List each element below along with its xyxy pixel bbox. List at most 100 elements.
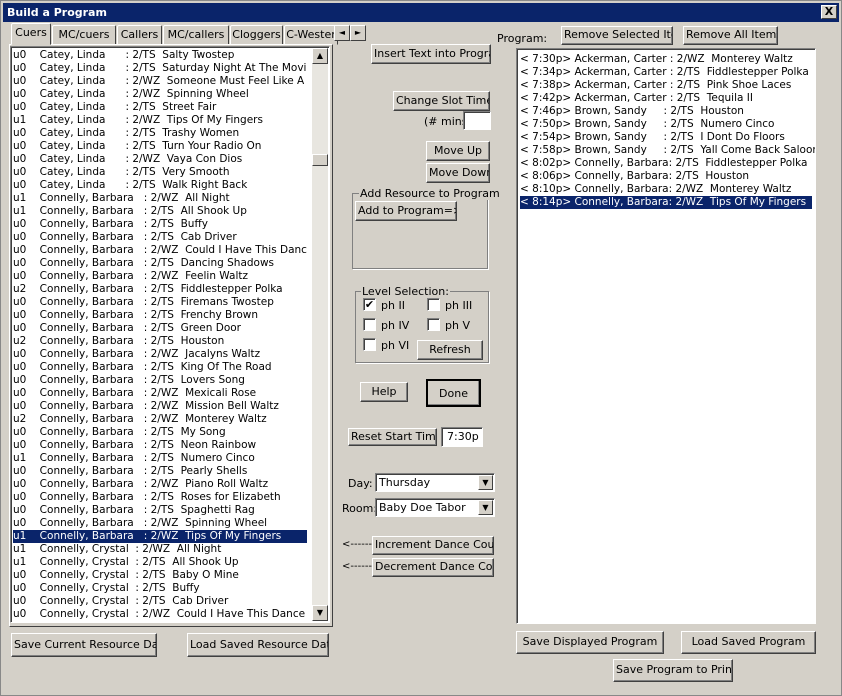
program-list-item[interactable]: < 7:30p> Ackerman, Carter : 2/WZ Montere… (520, 53, 793, 66)
resource-list-item[interactable]: u0 Connelly, Barbara : 2/TS Firemans Two… (13, 296, 307, 309)
level-ph-ii-checkbox[interactable]: ✔ (363, 298, 376, 311)
resource-list-item[interactable]: u0 Connelly, Barbara : 2/TS King Of The … (13, 361, 307, 374)
resource-list-item[interactable]: u2 Connelly, Barbara : 2/TS Fiddlesteppe… (13, 283, 307, 296)
move-up-button[interactable]: Move Up (426, 141, 490, 161)
resource-list-item[interactable]: u0 Connelly, Barbara : 2/WZ Could I Have… (13, 244, 307, 257)
add-to-program-button[interactable]: Add to Program=> (355, 201, 457, 221)
scroll-up-button[interactable]: ▲ (312, 48, 328, 64)
program-list-item[interactable]: < 7:54p> Brown, Sandy : 2/TS I Dont Do F… (520, 131, 785, 144)
program-list-item[interactable]: < 7:38p> Ackerman, Carter : 2/TS Pink Sh… (520, 79, 791, 92)
increment-dance-count-button[interactable]: Increment Dance Count (372, 536, 494, 555)
resource-list-item[interactable]: u2 Connelly, Barbara : 2/TS Houston (13, 335, 307, 348)
resource-list-item[interactable]: u0 Catey, Linda : 2/TS Saturday Night At… (13, 62, 307, 75)
program-list-item[interactable]: < 8:14p> Connelly, Barbara: 2/WZ Tips Of… (520, 196, 812, 209)
save-program-to-print-button[interactable]: Save Program to Print (613, 659, 733, 682)
close-button[interactable]: X (821, 5, 837, 19)
remove-all-items-button[interactable]: Remove All Items (683, 26, 778, 45)
resource-list-item[interactable]: u0 Connelly, Barbara : 2/TS Spaghetti Ra… (13, 504, 307, 517)
resource-list-item[interactable]: u0 Connelly, Crystal : 2/WZ Could I Have… (13, 608, 307, 621)
tab-scroll-right-button[interactable]: ► (350, 25, 366, 41)
resource-list-item[interactable]: u0 Connelly, Crystal : 2/TS Baby O Mine (13, 569, 307, 582)
resource-list-item[interactable]: u0 Connelly, Barbara : 2/WZ Spinning Whe… (13, 517, 307, 530)
resource-list-item[interactable]: u0 Catey, Linda : 2/WZ Someone Must Feel… (13, 75, 307, 88)
move-down-button[interactable]: Move Down (426, 163, 490, 183)
resource-list-item[interactable]: u0 Catey, Linda : 2/WZ Vaya Con Dios (13, 153, 307, 166)
resource-list-item[interactable]: u0 Connelly, Barbara : 2/WZ Mexicali Ros… (13, 387, 307, 400)
resource-list-item[interactable]: u0 Connelly, Barbara : 2/TS My Song (13, 426, 307, 439)
scroll-down-button[interactable]: ▼ (312, 605, 328, 621)
decrement-dance-count-button[interactable]: Decrement Dance Count (372, 558, 494, 577)
resource-list-item[interactable]: u0 Connelly, Barbara : 2/WZ Jacalyns Wal… (13, 348, 307, 361)
load-saved-program-button[interactable]: Load Saved Program (681, 631, 816, 654)
resource-list-item[interactable]: u0 Connelly, Barbara : 2/TS Frenchy Brow… (13, 309, 307, 322)
program-list-item[interactable]: < 7:42p> Ackerman, Carter : 2/TS Tequila… (520, 92, 753, 105)
resource-list-item[interactable]: u1 Connelly, Crystal : 2/WZ All Night (13, 543, 307, 556)
resource-scrollbar[interactable]: ▲ ▼ (312, 48, 328, 621)
level-ph-iv-checkbox[interactable] (363, 318, 376, 331)
resource-list-item[interactable]: u0 Connelly, Barbara : 2/TS Buffy (13, 218, 307, 231)
program-list[interactable]: < 7:30p> Ackerman, Carter : 2/WZ Montere… (516, 48, 816, 624)
scroll-thumb[interactable] (312, 154, 328, 166)
tab-c-western[interactable]: C-Wester (284, 25, 338, 45)
resource-list-item[interactable]: u0 Connelly, Crystal : 2/TS Cab Driver (13, 595, 307, 608)
insert-text-button[interactable]: Insert Text into Program (371, 44, 491, 64)
resource-list-item[interactable]: u0 Catey, Linda : 2/TS Salty Twostep (13, 49, 307, 62)
level-ph-vi-checkbox[interactable] (363, 338, 376, 351)
done-button[interactable]: Done (426, 379, 481, 407)
resource-list-item[interactable]: u0 Catey, Linda : 2/TS Walk Right Back (13, 179, 307, 192)
program-list-item[interactable]: < 8:10p> Connelly, Barbara: 2/WZ Montere… (520, 183, 791, 196)
resource-list-item[interactable]: u1 Catey, Linda : 2/WZ Tips Of My Finger… (13, 114, 307, 127)
level-ph-iii-checkbox[interactable] (427, 298, 440, 311)
resource-list-item[interactable]: u0 Connelly, Barbara : 2/TS Cab Driver (13, 231, 307, 244)
resource-list-item[interactable]: u0 Catey, Linda : 2/TS Turn Your Radio O… (13, 140, 307, 153)
save-current-resource-button[interactable]: Save Current Resource Data (11, 633, 157, 657)
resource-list-item[interactable]: u0 Connelly, Barbara : 2/WZ Piano Roll W… (13, 478, 307, 491)
tab-scroll-left-button[interactable]: ◄ (334, 25, 350, 41)
resource-list-item[interactable]: u0 Connelly, Barbara : 2/TS Roses for El… (13, 491, 307, 504)
start-time-input[interactable]: 7:30p (441, 427, 483, 447)
program-list-item[interactable]: < 7:50p> Brown, Sandy : 2/TS Numero Cinc… (520, 118, 774, 131)
resource-list-item[interactable]: u1 Connelly, Crystal : 2/TS All Shook Up (13, 556, 307, 569)
resource-list-item[interactable]: u0 Connelly, Crystal : 2/TS Buffy (13, 582, 307, 595)
resource-list-item[interactable]: u2 Connelly, Barbara : 2/WZ Monterey Wal… (13, 413, 307, 426)
room-select[interactable]: Baby Doe Tabor ▼ (375, 498, 495, 517)
resource-list-item[interactable]: u1 Connelly, Barbara : 2/TS All Shook Up (13, 205, 307, 218)
program-list-item[interactable]: < 8:02p> Connelly, Barbara: 2/TS Fiddles… (520, 157, 807, 170)
resource-list-item[interactable]: u1 Connelly, Barbara : 2/TS Numero Cinco (13, 452, 307, 465)
save-displayed-program-button[interactable]: Save Displayed Program (516, 631, 664, 654)
mins-input[interactable] (463, 111, 491, 130)
program-list-item[interactable]: < 7:34p> Ackerman, Carter : 2/TS Fiddles… (520, 66, 809, 79)
tab-cuers[interactable]: Cuers (11, 23, 51, 45)
resource-list-item[interactable]: u0 Catey, Linda : 2/TS Very Smooth (13, 166, 307, 179)
resource-list-item[interactable]: u0 Connelly, Barbara : 2/WZ Mission Bell… (13, 400, 307, 413)
resource-list[interactable]: u0 Catey, Linda : 2/TS Salty Twostep u0 C… (10, 46, 330, 623)
tab-mc-callers[interactable]: MC/callers (163, 25, 229, 45)
resource-list-item[interactable]: u0 Connelly, Barbara : 2/TS Neon Rainbow (13, 439, 307, 452)
tab-cloggers[interactable]: Cloggers (230, 25, 283, 45)
refresh-button[interactable]: Refresh (417, 340, 483, 360)
program-list-item[interactable]: < 7:46p> Brown, Sandy : 2/TS Houston (520, 105, 744, 118)
resource-list-item[interactable]: u0 Connelly, Barbara : 2/TS Pearly Shell… (13, 465, 307, 478)
reset-start-time-button[interactable]: Reset Start Time: (348, 428, 437, 446)
tab-callers[interactable]: Callers (117, 25, 162, 45)
resource-list-item[interactable]: u1 Connelly, Barbara : 2/WZ All Night (13, 192, 307, 205)
day-select[interactable]: Thursday ▼ (375, 473, 495, 492)
resource-list-item[interactable]: u1 Connelly, Barbara : 2/WZ Tips Of My F… (13, 530, 307, 543)
help-button[interactable]: Help (360, 382, 408, 402)
resource-list-item[interactable]: u0 Catey, Linda : 2/TS Trashy Women (13, 127, 307, 140)
resource-list-item[interactable]: u0 Connelly, Barbara : 2/TS Green Door (13, 322, 307, 335)
load-saved-resource-button[interactable]: Load Saved Resource Data (187, 633, 329, 657)
resource-list-item[interactable]: u0 Connelly, Barbara : 2/TS Lovers Song (13, 374, 307, 387)
level-ph-v-checkbox[interactable] (427, 318, 440, 331)
change-slot-time-button[interactable]: Change Slot Time (393, 91, 490, 111)
resource-list-item[interactable]: u0 Connelly, Barbara : 2/TS Dancing Shad… (13, 257, 307, 270)
program-list-item[interactable]: < 7:58p> Brown, Sandy : 2/TS Yall Come B… (520, 144, 815, 157)
resource-list-item[interactable]: u0 Connelly, Barbara : 2/WZ Feelin Waltz (13, 270, 307, 283)
program-list-item[interactable]: < 8:06p> Connelly, Barbara: 2/TS Houston (520, 170, 749, 183)
tab-mc-cuers[interactable]: MC/cuers (52, 25, 116, 45)
room-dropdown-arrow[interactable]: ▼ (478, 500, 493, 515)
day-dropdown-arrow[interactable]: ▼ (478, 475, 493, 490)
resource-list-item[interactable]: u0 Catey, Linda : 2/TS Street Fair (13, 101, 307, 114)
remove-selected-item-button[interactable]: Remove Selected Item (561, 26, 673, 45)
resource-list-item[interactable]: u0 Catey, Linda : 2/WZ Spinning Wheel (13, 88, 307, 101)
